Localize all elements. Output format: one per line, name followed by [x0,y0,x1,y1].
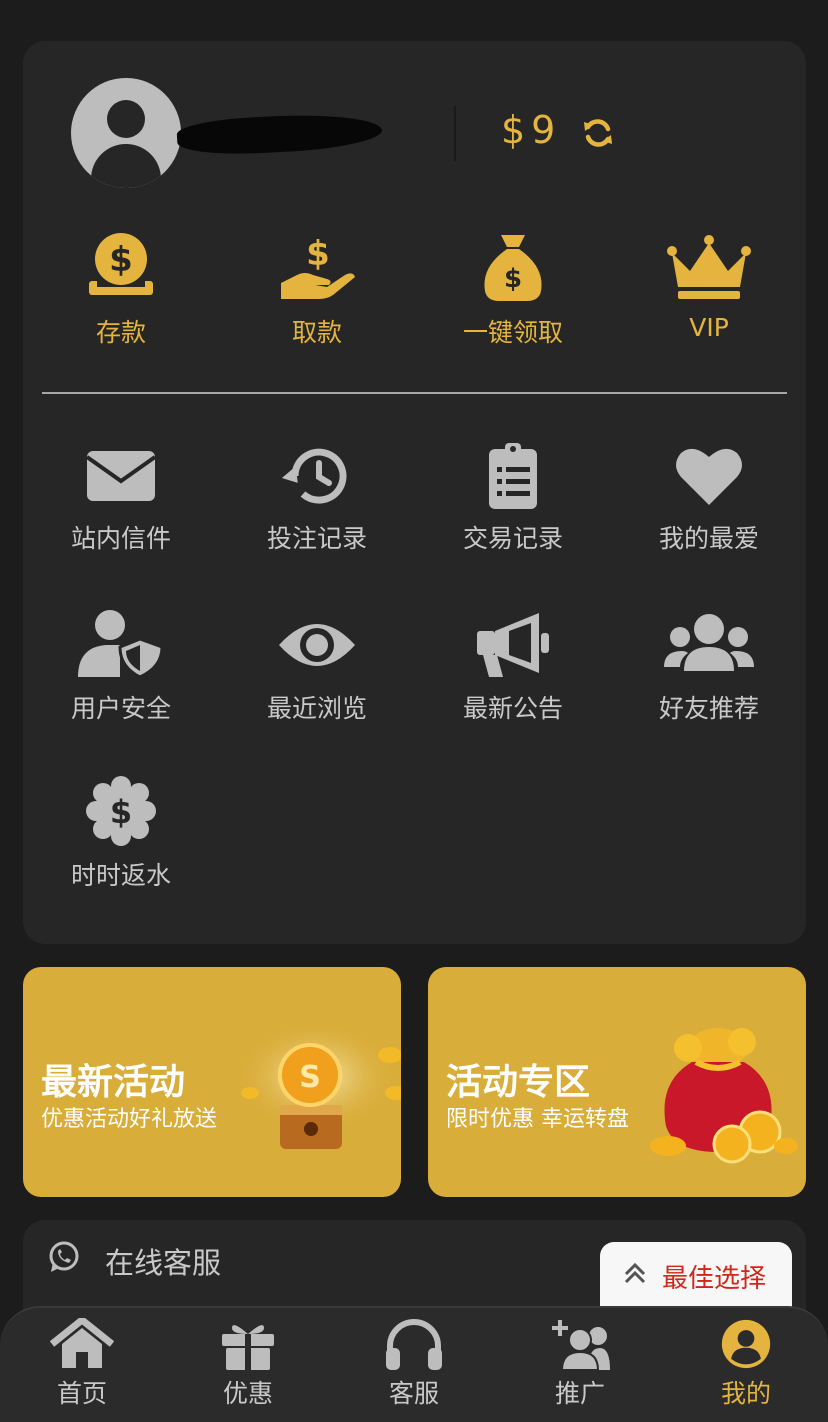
menu-item-label: 用户安全 [70,694,171,723]
menu-item-label: 站内信件 [70,524,171,553]
megaphone-icon [477,613,549,677]
redacted-username [176,110,383,158]
headset-icon [386,1319,442,1370]
menu-item-inbox[interactable]: 站内信件 [23,443,219,573]
treasure-coin-illustration: S [236,1027,401,1149]
deposit-coin-icon: $ [89,233,153,295]
withdraw-hand-icon: $ [281,234,355,299]
users-icon [664,614,754,671]
svg-text:$: $ [504,264,522,294]
online-support-label: 在线客服 [105,1246,222,1280]
menu-item-label: 我的最爱 [658,524,759,553]
section-divider [42,392,787,394]
gift-icon [222,1325,274,1370]
clipboard-icon [489,443,537,509]
user-shield-icon [78,610,164,679]
menu-item-label: 好友推荐 [658,694,759,723]
menu-item-referral[interactable]: 好友推荐 [611,609,807,739]
withdraw-label: 取款 [291,318,342,347]
profile-icon [721,1319,771,1369]
tab-label: 我的 [720,1379,771,1408]
vip-label: VIP [689,313,729,342]
deposit-button[interactable]: $ 存款 [23,231,219,361]
chevron-up-icon [624,1262,646,1284]
promo-latest-activities[interactable]: S 最新活动 优惠活动好礼放送 [23,967,401,1197]
promo-activity-zone[interactable]: 活动专区 限时优惠 幸运转盘 [428,967,806,1197]
withdraw-button[interactable]: $ 取款 [219,231,415,361]
promo-title: 活动专区 [446,1062,591,1103]
tab-label: 客服 [388,1379,439,1408]
tab-home[interactable]: 首页 [22,1318,142,1418]
mail-icon [85,451,157,501]
claim-all-label: 一键领取 [462,318,563,347]
eye-icon [279,624,355,666]
add-user-icon [552,1320,610,1370]
tab-offers[interactable]: 优惠 [188,1318,308,1418]
svg-text:$: $ [110,793,132,831]
tab-label: 首页 [56,1379,107,1408]
crown-icon [667,235,751,299]
user-avatar-icon[interactable] [71,78,181,188]
tab-label: 优惠 [222,1379,273,1408]
menu-item-security[interactable]: 用户安全 [23,609,219,739]
quick-actions: $ 存款 $ 取款 $ 一键领取 VIP [23,231,806,361]
menu-item-label: 最近浏览 [266,694,367,723]
promo-subtitle: 限时优惠 幸运转盘 [446,1107,629,1132]
heart-icon [676,448,742,505]
svg-text:S: S [299,1060,321,1095]
divider [454,106,456,161]
menu-item-announcements[interactable]: 最新公告 [415,609,611,739]
refresh-icon[interactable] [581,116,615,150]
menu-item-label: 最新公告 [462,694,563,723]
best-choice-button[interactable]: 最佳选择 [600,1242,792,1308]
promo-title: 最新活动 [41,1062,186,1103]
profile-header: $9 [71,78,791,188]
history-icon [281,448,347,504]
menu-item-transactions[interactable]: 交易记录 [415,443,611,573]
promo-subtitle: 优惠活动好礼放送 [41,1107,218,1132]
home-icon [50,1318,114,1368]
lucky-bag-illustration [650,1028,798,1164]
svg-text:$: $ [109,240,133,280]
dollar-badge-icon: $ [86,776,156,846]
tab-mine[interactable]: 我的 [686,1318,806,1418]
vip-button[interactable]: VIP [611,231,807,361]
menu-item-label: 交易记录 [462,524,563,553]
claim-all-button[interactable]: $ 一键领取 [415,231,611,361]
menu-item-label: 时时返水 [70,861,171,890]
tab-promote[interactable]: 推广 [520,1318,640,1418]
menu-item-label: 投注记录 [266,524,367,553]
deposit-label: 存款 [95,318,146,347]
tab-support[interactable]: 客服 [354,1318,474,1418]
svg-text:$: $ [306,234,330,274]
menu-item-favorites[interactable]: 我的最爱 [611,443,807,573]
menu-item-recent[interactable]: 最近浏览 [219,609,415,739]
menu-item-bet-history[interactable]: 投注记录 [219,443,415,573]
money-bag-icon: $ [484,235,542,301]
balance-amount: $9 [501,108,562,152]
tab-label: 推广 [554,1379,605,1408]
best-choice-label: 最佳选择 [662,1264,767,1294]
menu-item-rebate[interactable]: $ 时时返水 [23,776,219,906]
whatsapp-icon [49,1241,79,1272]
bottom-tab-bar: 首页 优惠 客服 推广 我的 [0,1306,828,1422]
account-card: $9 $ 存款 $ 取款 $ 一键领取 VIP 站内信件 投注记录 交易记录 我… [23,41,806,944]
